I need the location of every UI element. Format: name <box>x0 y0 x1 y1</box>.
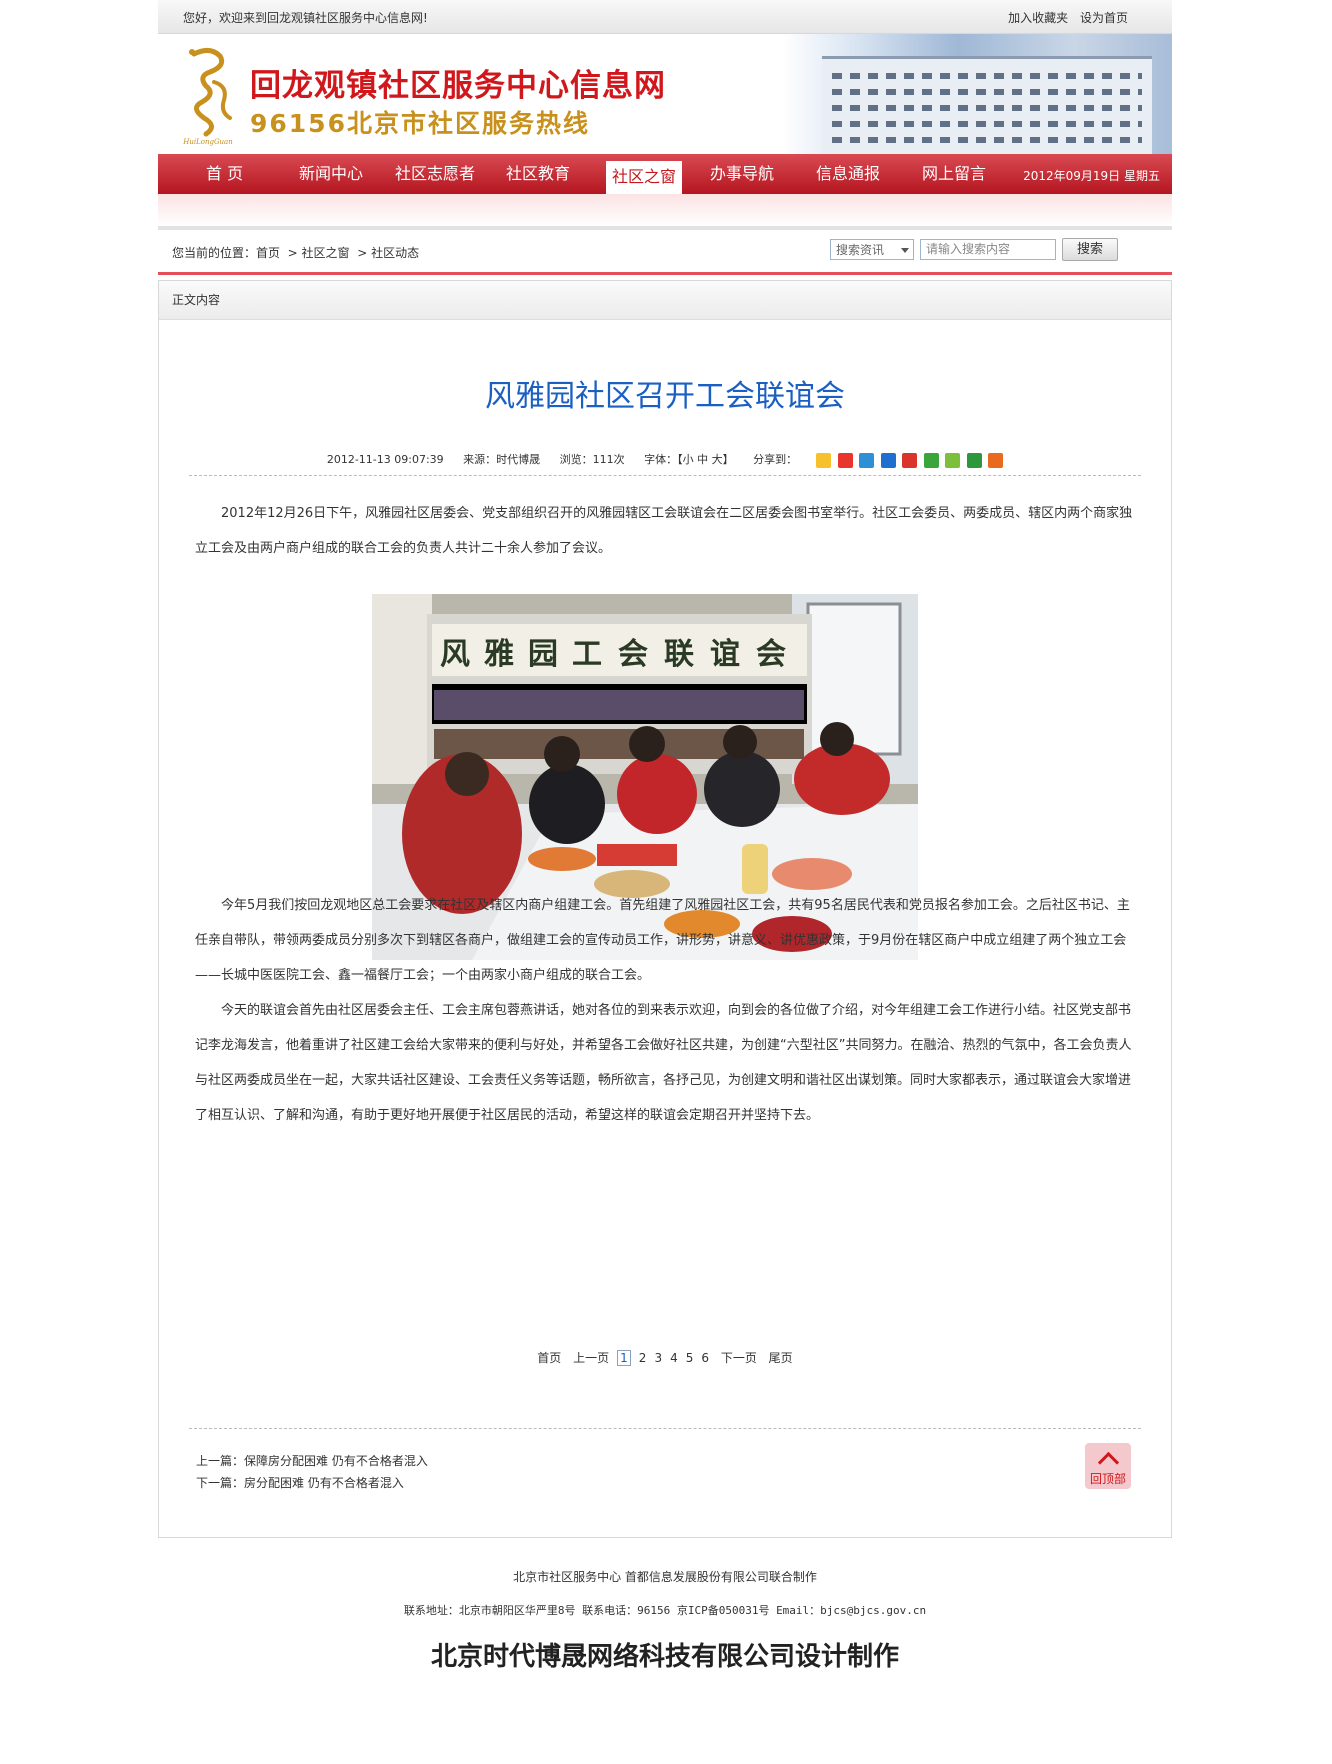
window-row <box>832 137 1142 143</box>
nav-date: 2012年09月19日 星期五 <box>1023 169 1160 183</box>
content-header: 正文内容 <box>159 281 1171 320</box>
building-photo <box>782 34 1172 154</box>
page-number[interactable]: 4 <box>670 1351 678 1365</box>
main-nav: 首 页 新闻中心 社区志愿者 社区教育 社区之窗 办事导航 信息通报 网上留言 … <box>158 154 1172 194</box>
page-number-current[interactable]: 1 <box>617 1350 631 1366</box>
header-banner: HuiLongGuan 回龙观镇社区服务中心信息网 96156北京市社区服务热线 <box>158 34 1172 154</box>
photo-banner-char: 工 <box>572 637 602 672</box>
article-paragraph: 今年5月我们按回龙观地区总工会要求在社区及辖区内商户组建工会。首先组建了风雅园社… <box>195 898 1130 983</box>
share-icons <box>813 452 1004 468</box>
page-number[interactable]: 2 <box>639 1351 647 1365</box>
sohu-icon[interactable] <box>945 452 961 468</box>
site-title: 回龙观镇社区服务中心信息网 <box>250 68 666 104</box>
photo-banner-char: 谊 <box>710 637 740 672</box>
photo-banner-char: 风 <box>440 637 470 672</box>
window-row <box>832 73 1142 79</box>
article-paragraph: 2012年12月26日下午，风雅园社区居委会、党支部组织召开的风雅园辖区工会联谊… <box>195 506 1133 556</box>
nav-shadow <box>158 194 1172 230</box>
nav-item-news[interactable]: 新闻中心 <box>299 154 363 194</box>
set-homepage-link[interactable]: 设为首页 <box>1080 11 1128 25</box>
article-datetime: 2012-11-13 09:07:39 <box>326 453 444 466</box>
article-source: 来源：时代博晟 <box>463 453 541 466</box>
footer-line2: 联系地址：北京市朝阳区华严里8号 联系电话：96156 京ICP备050031号… <box>403 1604 927 1617</box>
font-size-switcher[interactable]: 字体：【小 中 大】 <box>644 453 734 466</box>
page-prev[interactable]: 上一页 <box>573 1351 609 1365</box>
window-row <box>832 89 1142 95</box>
breadcrumb: 您当前的位置：首页 > 社区之窗 > 社区动态 <box>172 244 419 261</box>
tencent-weibo-icon[interactable] <box>859 452 875 468</box>
logo-text: HuiLongGuan <box>182 138 233 146</box>
photo-banner-char: 联 <box>664 637 694 672</box>
page-number[interactable]: 6 <box>701 1351 709 1365</box>
nav-item-community-window[interactable]: 社区之窗 <box>606 161 683 194</box>
weibo-icon[interactable] <box>837 452 853 468</box>
search-category-value: 搜索资讯 <box>836 243 885 257</box>
douban-icon[interactable] <box>966 452 982 468</box>
chevron-down-icon <box>901 248 909 253</box>
breadcrumb-community-news[interactable]: 社区动态 <box>371 246 419 260</box>
share-label: 分享到： <box>753 453 798 466</box>
nav-item-notices[interactable]: 信息通报 <box>816 154 880 194</box>
welcome-text: 您好，欢迎来到回龙观镇社区服务中心信息网! <box>183 11 428 25</box>
photo-banner-char: 会 <box>756 637 786 672</box>
search-button[interactable]: 搜索 <box>1062 238 1118 261</box>
prev-article-link[interactable]: 上一篇：保障房分配困难 仍有不合格者混入 <box>196 1452 428 1469</box>
page-number[interactable]: 5 <box>686 1351 694 1365</box>
divider <box>189 475 1141 476</box>
page-next[interactable]: 下一页 <box>721 1351 757 1365</box>
article-title: 风雅园社区召开工会联谊会 <box>485 379 845 414</box>
nav-item-education[interactable]: 社区教育 <box>506 154 570 194</box>
renren-icon[interactable] <box>880 452 896 468</box>
back-to-top-label: 回顶部 <box>1089 1472 1126 1486</box>
bookmark-link[interactable]: 加入收藏夹 <box>1008 11 1068 25</box>
breadcrumb-separator-icon: > <box>283 246 302 260</box>
nav-item-guide[interactable]: 办事导航 <box>710 154 774 194</box>
breadcrumb-prefix: 您当前的位置： <box>172 246 257 260</box>
building-shape <box>822 56 1152 154</box>
baidu-icon[interactable] <box>923 452 939 468</box>
search-category-select[interactable]: 搜索资讯 <box>830 239 914 260</box>
article-paragraph: 今天的联谊会首先由社区居委会主任、工会主席包蓉燕讲话，她对各位的到来表示欢迎，向… <box>195 1003 1132 1123</box>
page-last[interactable]: 尾页 <box>769 1351 793 1365</box>
page-number[interactable]: 3 <box>654 1351 662 1365</box>
photo-banner-char: 会 <box>618 637 648 672</box>
nav-item-volunteer[interactable]: 社区志愿者 <box>395 154 475 194</box>
window-row <box>832 121 1142 127</box>
breadcrumb-separator-icon: > <box>353 246 372 260</box>
footer-line1: 北京市社区服务中心 首都信息发展股份有限公司联合制作 <box>513 1570 817 1584</box>
qzone-icon[interactable] <box>816 452 832 468</box>
article-meta: 2012-11-13 09:07:39 来源：时代博晟 浏览：111次 字体：【… <box>159 451 1171 468</box>
article-views: 浏览：111次 <box>559 453 625 466</box>
breadcrumb-home[interactable]: 首页 <box>256 246 280 260</box>
page-first[interactable]: 首页 <box>537 1351 561 1365</box>
next-article-link[interactable]: 下一篇：房分配困难 仍有不合格者混入 <box>196 1474 404 1491</box>
dragon-logo-icon: HuiLongGuan <box>182 48 233 146</box>
breadcrumb-community-window[interactable]: 社区之窗 <box>302 246 350 260</box>
top-bar: 您好，欢迎来到回龙观镇社区服务中心信息网! 加入收藏夹 设为首页 <box>158 0 1172 34</box>
photo-banner-char: 园 <box>528 637 558 672</box>
arrow-up-icon <box>1097 1451 1119 1474</box>
nav-item-messages[interactable]: 网上留言 <box>922 154 986 194</box>
photo-banner-char: 雅 <box>484 637 514 672</box>
window-row <box>832 105 1142 111</box>
more-icon[interactable] <box>988 452 1004 468</box>
nav-item-home[interactable]: 首 页 <box>206 154 243 194</box>
back-to-top-button[interactable]: 回顶部 <box>1085 1443 1131 1489</box>
search-input[interactable]: 请输入搜索内容 <box>920 239 1056 260</box>
footer-designer: 北京时代博晟网络科技有限公司设计制作 <box>430 1642 899 1672</box>
content-box: 正文内容 风雅园社区召开工会联谊会 2012-11-13 09:07:39 来源… <box>158 280 1172 1538</box>
pagination: 首页 上一页 1 2 3 4 5 6 下一页 尾页 <box>159 1349 1171 1366</box>
divider <box>189 1428 1141 1429</box>
page-wrapper: 您好，欢迎来到回龙观镇社区服务中心信息网! 加入收藏夹 设为首页 HuiLong… <box>158 0 1172 1672</box>
kaixin-icon[interactable] <box>902 452 918 468</box>
top-links: 加入收藏夹 设为首页 <box>1000 9 1128 26</box>
breadcrumb-bar: 您当前的位置：首页 > 社区之窗 > 社区动态 搜索资讯 请输入搜索内容 搜索 <box>158 230 1172 275</box>
hotline-title: 96156北京市社区服务热线 <box>250 109 590 138</box>
